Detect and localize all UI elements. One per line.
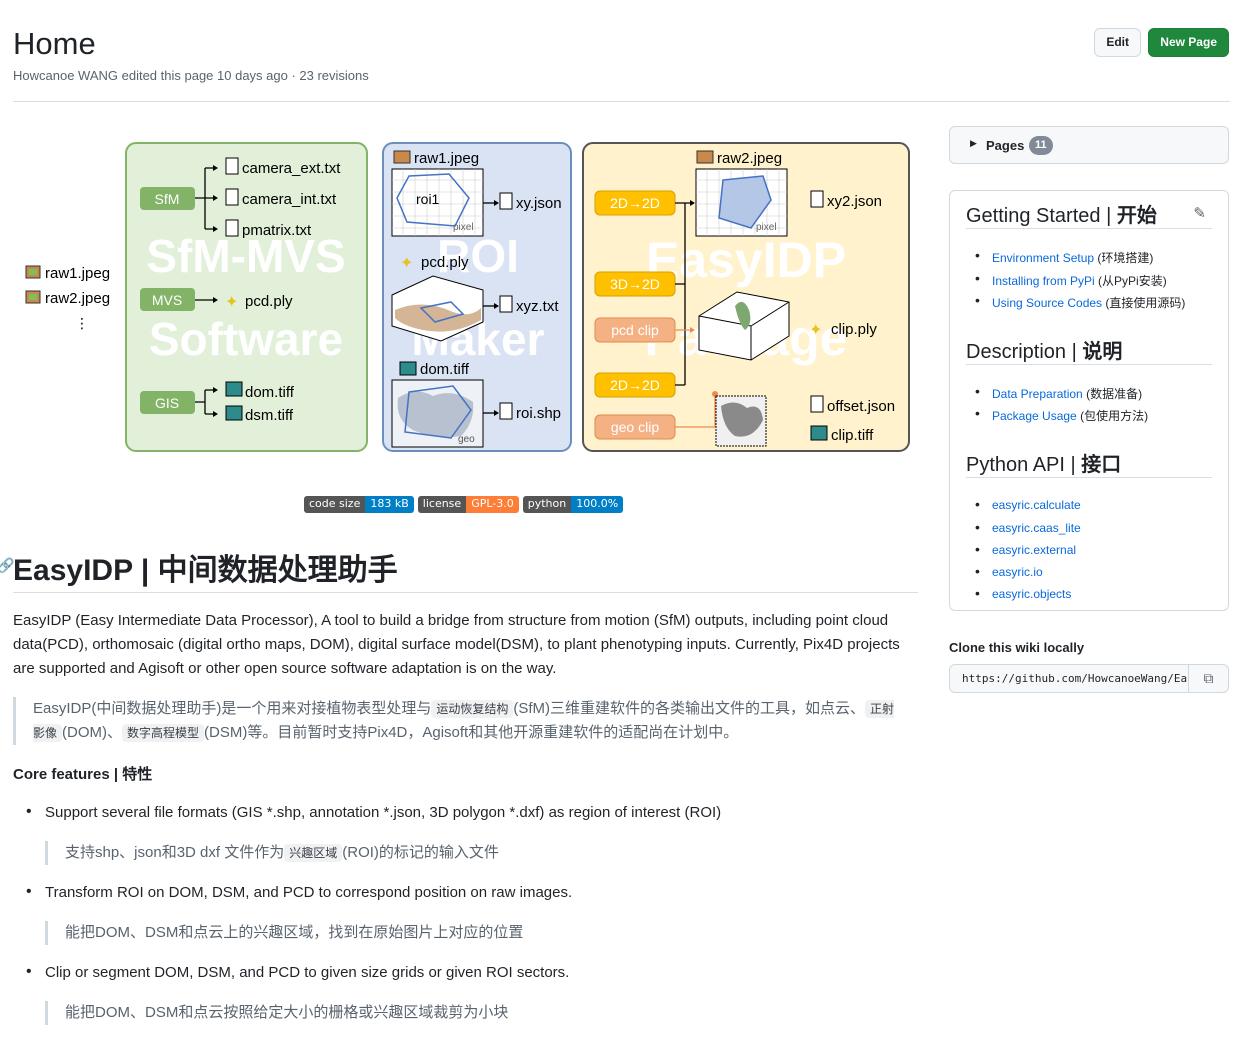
section-heading: 🔗 EasyIDP | 中间数据处理助手 bbox=[0, 545, 918, 593]
output-pcd: pcd.ply bbox=[245, 293, 293, 310]
output-camera-int: camera_int.txt bbox=[242, 191, 337, 208]
mvs-label: MVS bbox=[152, 292, 182, 308]
pkg-op-3d2d: 3D→2D bbox=[610, 276, 660, 292]
core-features-title: Core features | 特性 bbox=[13, 766, 153, 783]
page-meta: Howcanoe WANG edited this page 10 days a… bbox=[13, 68, 369, 83]
roi-out-shp: roi.shp bbox=[516, 405, 561, 422]
pkg-out-clip-ply: clip.ply bbox=[831, 321, 877, 338]
input-raw2: raw2.jpeg bbox=[45, 290, 110, 307]
pkg-op-pcd-clip: pcd clip bbox=[611, 322, 659, 338]
badge-code-size[interactable]: code size 183 kB bbox=[304, 496, 414, 513]
roi-dom: dom.tiff bbox=[420, 361, 470, 378]
pkg-op-geo-clip: geo clip bbox=[611, 419, 659, 435]
sidebar-item-data-preparation: Data Preparation (数据准备) bbox=[975, 383, 1142, 402]
roi-label: roi1 bbox=[416, 191, 440, 207]
sidebar-content: Getting Started | 开始 ✎ Environment Setup… bbox=[949, 190, 1229, 611]
sfm-watermark-2: Software bbox=[149, 313, 343, 365]
sfm-label: SfM bbox=[155, 191, 180, 207]
page-title: Home bbox=[13, 26, 96, 61]
intro-quote: EasyIDP(中间数据处理助手)是一个用来对接植物表型处理与 运动恢复结构 (Sf… bbox=[13, 697, 903, 745]
sidebar-heading-getting-started: Getting Started | 开始 ✎ bbox=[966, 199, 1212, 229]
badge-row: code size 183 kB license GPL-3.0 python … bbox=[304, 496, 624, 514]
sidebar-item-objects: easyric.objects bbox=[975, 585, 1071, 601]
feature-2-zh: 能把DOM、DSM和点云上的兴趣区域，找到在原始图片上对应的位置 bbox=[45, 921, 905, 945]
pkg-pixel-label: pixel bbox=[756, 222, 777, 233]
sidebar-item-package-usage: Package Usage (包使用方法) bbox=[975, 405, 1148, 424]
page-header: Home Howcanoe WANG edited this page 10 d… bbox=[13, 22, 1230, 102]
pages-label: Pages bbox=[986, 138, 1025, 153]
pkg-op-2d2d-b: 2D→2D bbox=[610, 377, 660, 393]
output-dsm: dsm.tiff bbox=[245, 407, 294, 424]
input-raw1: raw1.jpeg bbox=[45, 265, 110, 282]
feature-2: Transform ROI on DOM, DSM, and PCD to co… bbox=[26, 883, 572, 901]
output-pmatrix: pmatrix.txt bbox=[242, 222, 312, 239]
pencil-icon[interactable]: ✎ bbox=[1193, 204, 1206, 222]
sidebar-item-caas-lite: easyric.caas_lite bbox=[975, 519, 1081, 535]
new-page-button[interactable]: New Page bbox=[1148, 28, 1229, 57]
pcd-icon: ✦ bbox=[225, 294, 238, 311]
pkg-watermark-1: EasyIDP bbox=[646, 232, 846, 288]
pkg-op-2d2d-a: 2D→2D bbox=[610, 195, 660, 211]
output-camera-ext: camera_ext.txt bbox=[242, 160, 341, 177]
sidebar-heading-python-api: Python API | 接口 bbox=[966, 448, 1212, 478]
roi-pcd-icon: ✦ bbox=[400, 255, 413, 272]
sidebar-item-source-codes: Using Source Codes (直接使用源码) bbox=[975, 292, 1185, 311]
sidebar-heading-description: Description | 说明 bbox=[966, 335, 1212, 365]
feature-3: Clip or segment DOM, DSM, and PCD to giv… bbox=[26, 963, 569, 981]
roi-panel: ROI Maker raw1.jpeg roi1 pixel xy.json ✦… bbox=[382, 142, 572, 452]
sidebar-item-calculate: easyric.calculate bbox=[975, 496, 1081, 512]
caret-right-icon: ▶ bbox=[970, 138, 977, 148]
badge-python[interactable]: python 100.0% bbox=[522, 496, 624, 513]
clone-label: Clone this wiki locally bbox=[949, 640, 1085, 655]
package-panel: EasyIDP Package 2D→2D 3D→2D pcd clip 2D→… bbox=[582, 142, 910, 452]
sidebar-item-installing-pypi: Installing from PyPi (从PyPi安装) bbox=[975, 270, 1167, 289]
pages-count-badge: 11 bbox=[1029, 136, 1053, 155]
pages-toggle[interactable]: ▶ Pages 11 bbox=[949, 126, 1229, 164]
edit-button[interactable]: Edit bbox=[1094, 28, 1141, 57]
heading-text: EasyIDP | 中间数据处理助手 bbox=[13, 554, 398, 587]
roi-pixel-label: pixel bbox=[453, 222, 474, 233]
input-ellipsis: ⋮ bbox=[75, 315, 89, 331]
feature-1: Support several file formats (GIS *.shp,… bbox=[26, 803, 721, 821]
roi-geo-label: geo bbox=[458, 434, 475, 445]
copy-icon[interactable]: ⧉ bbox=[1188, 664, 1229, 693]
output-dom: dom.tiff bbox=[245, 384, 295, 401]
roi-raw: raw1.jpeg bbox=[414, 150, 479, 167]
roi-out-xy: xy.json bbox=[516, 195, 562, 212]
sidebar-item-environment-setup: Environment Setup (环境搭建) bbox=[975, 247, 1153, 266]
pkg-clip-ply-icon: ✦ bbox=[809, 322, 822, 339]
roi-pcd: pcd.ply bbox=[421, 254, 469, 271]
feature-3-zh: 能把DOM、DSM和点云按照给定大小的栅格或兴趣区域裁剪为小块 bbox=[45, 1001, 905, 1025]
sidebar-item-external: easyric.external bbox=[975, 541, 1076, 557]
gis-label: GIS bbox=[155, 395, 179, 411]
pkg-out-offset: offset.json bbox=[827, 398, 895, 415]
pkg-out-xy2: xy2.json bbox=[827, 193, 882, 210]
link-icon[interactable]: 🔗 bbox=[0, 557, 14, 574]
sfm-panel: SfM-MVS Software SfM MVS GIS camera_ext.… bbox=[125, 142, 368, 452]
sidebar-item-io: easyric.io bbox=[975, 563, 1043, 579]
pkg-raw: raw2.jpeg bbox=[717, 150, 782, 167]
badge-license[interactable]: license GPL-3.0 bbox=[417, 496, 519, 513]
intro-paragraph: EasyIDP (Easy Intermediate Data Processo… bbox=[13, 612, 900, 677]
feature-1-zh: 支持shp、json和3D dxf 文件作为 兴趣区域 (ROI)的标记的输入文件 bbox=[45, 841, 905, 865]
clone-url-input[interactable]: https://github.com/HowcanoeWang/EasyIDP.… bbox=[949, 664, 1189, 693]
pkg-out-clip-tiff: clip.tiff bbox=[831, 427, 874, 444]
workflow-diagram: raw1.jpeg raw2.jpeg ⋮ SfM-MVS Software S… bbox=[23, 140, 913, 456]
input-files: raw1.jpeg raw2.jpeg ⋮ bbox=[25, 265, 110, 331]
roi-out-xyz: xyz.txt bbox=[516, 298, 559, 315]
